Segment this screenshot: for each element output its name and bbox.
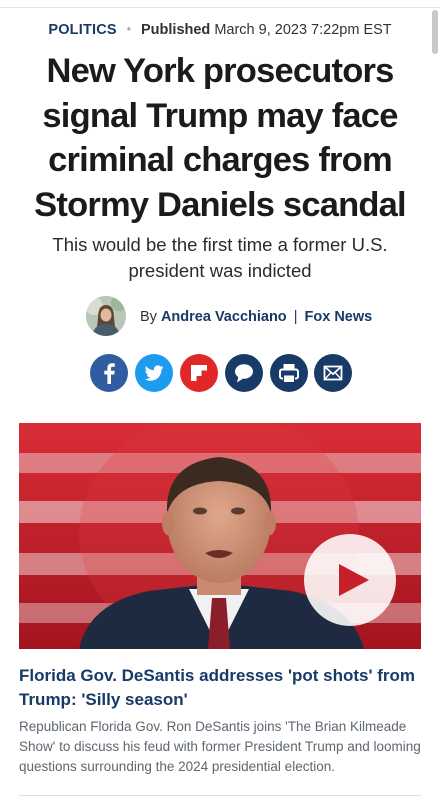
byline: By Andrea Vacchiano | Fox News xyxy=(0,296,440,336)
play-icon xyxy=(338,564,369,596)
video-description: Republican Florida Gov. Ron DeSantis joi… xyxy=(19,719,421,774)
outlet-link[interactable]: Fox News xyxy=(305,309,373,325)
twitter-share-button[interactable] xyxy=(135,354,173,392)
section-link[interactable]: POLITICS xyxy=(48,22,116,38)
video-title-link[interactable]: Florida Gov. DeSantis addresses 'pot sho… xyxy=(19,664,421,712)
email-share-button[interactable] xyxy=(314,354,352,392)
twitter-bird-icon xyxy=(144,365,164,381)
envelope-icon xyxy=(323,365,343,381)
article-headline: New York prosecutors signal Trump may fa… xyxy=(34,52,406,224)
author-photo-icon xyxy=(86,296,126,336)
article-meta: POLITICS • Published March 9, 2023 7:22pm … xyxy=(0,22,440,38)
article-subheadline: This would be the first time a former U.… xyxy=(52,234,388,281)
published-date: March 9, 2023 7:22pm EST xyxy=(214,22,392,38)
byline-separator: | xyxy=(293,309,298,325)
facebook-icon xyxy=(104,363,115,384)
flipboard-icon xyxy=(191,365,207,381)
facebook-share-button[interactable] xyxy=(90,354,128,392)
section-divider xyxy=(19,795,421,796)
byline-text: By Andrea Vacchiano | Fox News xyxy=(140,309,372,325)
flipboard-share-button[interactable] xyxy=(180,354,218,392)
top-bar xyxy=(0,0,440,8)
printer-icon xyxy=(279,364,299,383)
author-link[interactable]: Andrea Vacchiano xyxy=(161,309,287,325)
share-bar xyxy=(90,354,352,392)
play-button[interactable] xyxy=(304,534,396,626)
speech-bubble-icon xyxy=(235,364,253,383)
print-button[interactable] xyxy=(270,354,308,392)
comments-button[interactable] xyxy=(225,354,263,392)
published-label: Published xyxy=(141,22,211,38)
meta-separator-dot: • xyxy=(126,22,131,36)
video-player[interactable] xyxy=(19,423,421,649)
byline-prefix: By xyxy=(140,309,157,325)
author-avatar[interactable] xyxy=(86,296,126,336)
